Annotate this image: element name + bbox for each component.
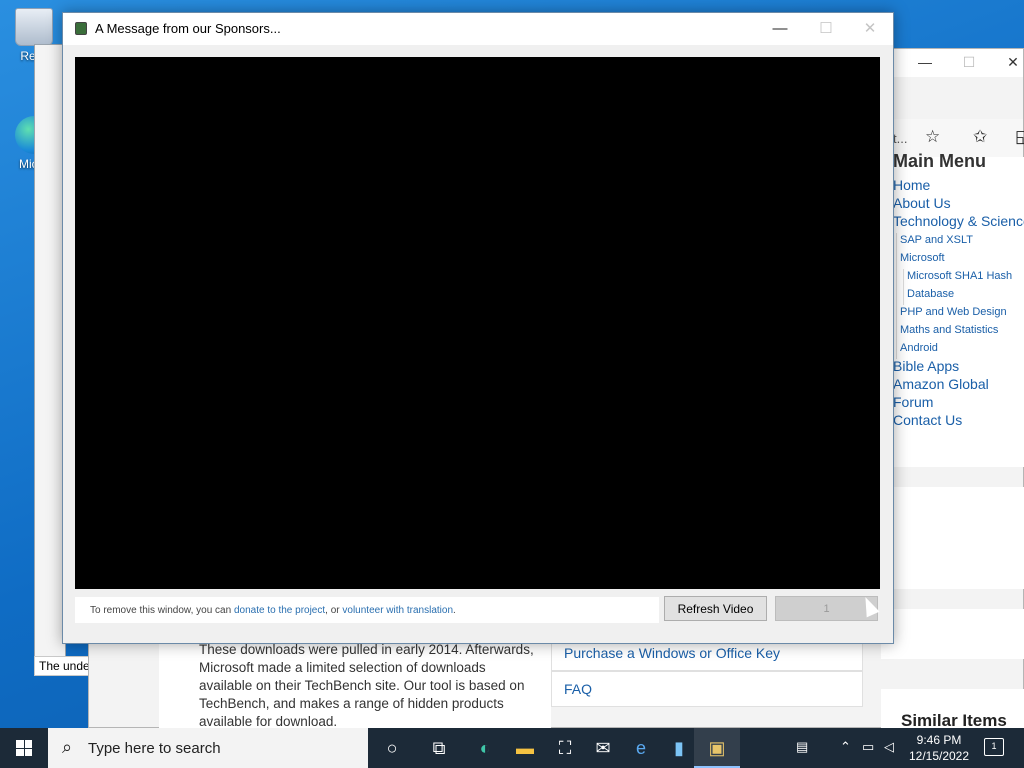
search-icon: ⌕ (62, 737, 73, 757)
favorite-add-icon[interactable]: ☆ (925, 127, 940, 147)
notification-center-icon[interactable]: 1 (984, 738, 1004, 756)
dialog-title: A Message from our Sponsors... (95, 21, 281, 36)
taskbar: ⌕ Type here to search ○ ⧉ ◐ ▬ ⛶ ✉ e ▮ ▣ … (0, 728, 1024, 768)
browser-close-button[interactable]: ✕ (1003, 54, 1023, 71)
dialog-maximize-button[interactable]: ☐ (803, 13, 849, 45)
notice-text: To remove this window, you can (90, 605, 234, 616)
sponsor-dialog[interactable]: A Message from our Sponsors... — ☐ ✕ To … (62, 12, 894, 644)
clock-time: 9:46 PM (916, 733, 962, 747)
start-button[interactable] (0, 728, 48, 768)
search-placeholder: Type here to search (88, 740, 221, 757)
app-icon (75, 22, 87, 35)
menu-item-maths-statistics[interactable]: Maths and Statistics (900, 324, 998, 336)
article-paragraph: These downloads were pulled in early 201… (199, 642, 534, 729)
address-bar-truncated[interactable]: t... (893, 131, 907, 146)
notice-text: . (453, 605, 456, 616)
faq-link[interactable]: FAQ (551, 671, 863, 707)
main-menu-panel: Main Menu Home About Us Technology & Sci… (881, 151, 1024, 467)
dialog-titlebar[interactable]: A Message from our Sponsors... — ☐ ✕ (63, 13, 893, 45)
menu-item-home[interactable]: Home (893, 177, 930, 193)
menu-item-contact-us[interactable]: Contact Us (893, 412, 962, 428)
menu-item-sha1-hash[interactable]: Microsoft SHA1 Hash (907, 270, 1012, 282)
dialog-close-button[interactable]: ✕ (847, 13, 893, 45)
menu-item-technology-science[interactable]: Technology & Science (893, 213, 1024, 229)
similar-items-panel: Similar Items (881, 689, 1024, 730)
volume-muted-icon[interactable]: ◁ (884, 739, 894, 755)
favorites-icon[interactable]: ✩ (973, 127, 987, 147)
menu-item-microsoft[interactable]: Microsoft (900, 252, 945, 264)
notice-text: , or (325, 605, 343, 616)
app-icon[interactable]: ▣ (694, 728, 740, 768)
menu-item-about-us[interactable]: About Us (893, 195, 951, 211)
main-menu-title: Main Menu (893, 151, 986, 171)
menu-item-php-web-design[interactable]: PHP and Web Design (900, 306, 1007, 318)
browser-minimize-button[interactable]: — (915, 54, 935, 70)
dialog-minimize-button[interactable]: — (757, 13, 803, 45)
volunteer-translation-link[interactable]: volunteer with translation (342, 605, 453, 616)
browser-maximize-button[interactable]: ☐ (959, 54, 979, 71)
menu-indent-line (896, 233, 897, 359)
news-widget-icon[interactable]: ▤ (796, 739, 808, 755)
removal-notice: To remove this window, you can donate to… (75, 597, 659, 623)
article-content: These downloads were pulled in early 201… (159, 631, 551, 729)
donate-link[interactable]: donate to the project (234, 605, 325, 616)
recycle-bin-icon (15, 8, 53, 46)
cortana-icon[interactable]: ○ (369, 728, 415, 768)
task-view-icon[interactable]: ⧉ (416, 728, 462, 768)
menu-item-forum[interactable]: Forum (893, 394, 933, 410)
menu-item-amazon-global[interactable]: Amazon Global (893, 376, 989, 392)
sidebar-box (881, 609, 1024, 659)
video-player[interactable] (75, 57, 880, 589)
menu-item-bible-apps[interactable]: Bible Apps (893, 358, 959, 374)
links-column: Purchase a Windows or Office Key FAQ (551, 631, 863, 729)
windows-logo-icon (16, 740, 32, 756)
refresh-video-button[interactable]: Refresh Video (664, 596, 767, 621)
menu-item-android[interactable]: Android (900, 342, 938, 354)
collections-icon[interactable]: ◱ (1015, 127, 1024, 147)
menu-indent-line (903, 269, 904, 305)
menu-item-database[interactable]: Database (907, 288, 954, 300)
network-icon[interactable]: ▭ (862, 739, 874, 755)
chevron-up-icon[interactable]: ⌃ (840, 739, 851, 755)
clock-date: 12/15/2022 (908, 749, 970, 763)
system-clock[interactable]: 9:46 PM 12/15/2022 (906, 732, 972, 764)
taskbar-search[interactable]: ⌕ Type here to search (48, 728, 368, 768)
sidebar-box (881, 487, 1024, 589)
menu-item-sap-xslt[interactable]: SAP and XSLT (900, 234, 973, 246)
